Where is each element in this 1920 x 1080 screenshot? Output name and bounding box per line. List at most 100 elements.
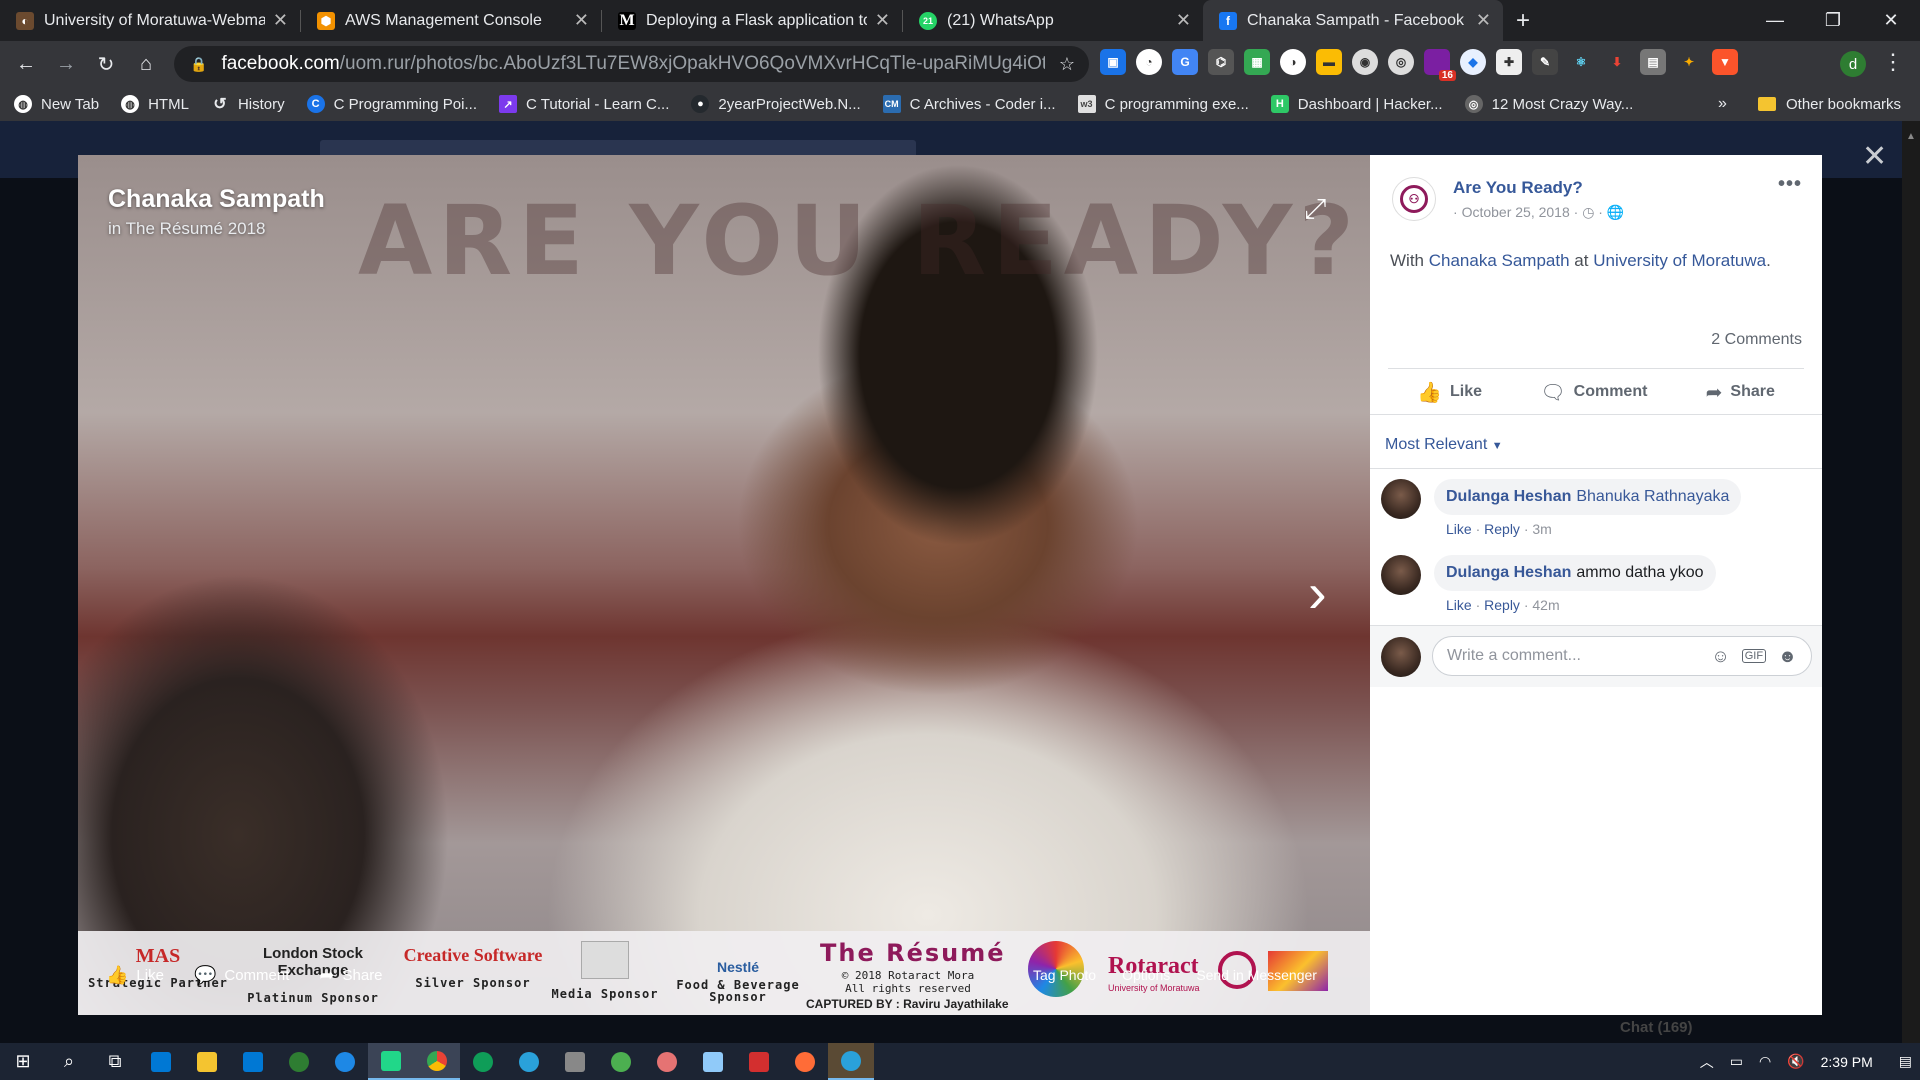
album-link[interactable]: The Résumé 2018 [126, 219, 266, 238]
extension-icon[interactable]: ⬇ [1604, 49, 1630, 75]
home-icon[interactable]: ⌂ [128, 46, 164, 82]
post-date[interactable]: October 25, 2018 [1462, 204, 1570, 220]
comment-count[interactable]: 2 Comments [1711, 331, 1802, 349]
windows-start-icon[interactable]: ⊞ [0, 1043, 46, 1080]
search-icon[interactable]: ⌕ [46, 1043, 92, 1080]
close-tab-icon[interactable]: ✕ [1176, 10, 1191, 31]
extension-icon[interactable]: ▣ [1100, 49, 1126, 75]
bookmark-item[interactable]: w3 C programming exe... [1077, 95, 1249, 113]
comment-time[interactable]: 3m [1532, 521, 1551, 537]
close-tab-icon[interactable]: ✕ [1476, 10, 1491, 31]
browser-tab[interactable]: 21 (21) WhatsApp ✕ [903, 0, 1203, 41]
sticker-icon[interactable]: ☻ [1778, 646, 1797, 667]
bookmark-item[interactable]: ↺ History [211, 95, 284, 114]
bookmark-item[interactable]: CM C Archives - Coder i... [882, 95, 1056, 113]
extension-icon[interactable]: ▬ [1316, 49, 1342, 75]
share-button[interactable]: ➦ Share [1706, 380, 1775, 405]
restore-icon[interactable]: ❐ [1804, 0, 1862, 41]
extension-icon[interactable]: ▤ [1640, 49, 1666, 75]
chrome-menu-icon[interactable]: ⋮ [1882, 49, 1904, 75]
app-icon[interactable] [644, 1043, 690, 1080]
app-icon[interactable] [276, 1043, 322, 1080]
browser-tab[interactable]: ◐ University of Moratuwa-Webmail ✕ [0, 0, 300, 41]
translate-icon[interactable]: G [1172, 49, 1198, 75]
extension-icon[interactable]: ◆ [1460, 49, 1486, 75]
brave-shield-icon[interactable]: ▼ [1712, 49, 1738, 75]
profile-avatar[interactable]: d [1840, 51, 1866, 77]
page-name-link[interactable]: Are You Ready? [1453, 178, 1583, 198]
new-tab-button[interactable]: + [1503, 0, 1543, 41]
bookmark-star-icon[interactable]: ☆ [1059, 54, 1075, 75]
options-button[interactable]: Options [1122, 967, 1170, 983]
fullscreen-icon[interactable]: ⤢ [1304, 193, 1326, 226]
lock-icon[interactable]: 🔒 [190, 56, 207, 73]
like-button[interactable]: 👍 Like [1417, 380, 1482, 405]
comment-text[interactable]: Bhanuka Rathnayaka [1576, 488, 1729, 506]
battery-icon[interactable]: ▭ [1730, 1053, 1743, 1070]
comment-time[interactable]: 42m [1532, 597, 1559, 613]
photo-like-button[interactable]: 👍 Like [106, 965, 164, 986]
bookmark-item[interactable]: H Dashboard | Hacker... [1270, 95, 1443, 113]
extension-icon[interactable]: ⌬ [1208, 49, 1234, 75]
acrobat-icon[interactable] [736, 1043, 782, 1080]
scroll-up-icon[interactable]: ▲ [1906, 131, 1916, 142]
chrome-icon[interactable] [414, 1043, 460, 1080]
telegram-icon[interactable] [506, 1043, 552, 1080]
page-avatar[interactable]: ⚇ [1392, 177, 1436, 221]
comment-author[interactable]: Dulanga Heshan [1446, 488, 1571, 506]
send-in-messenger-button[interactable]: Send in Messenger [1196, 967, 1317, 983]
back-icon[interactable]: ← [8, 46, 44, 82]
photo-share-button[interactable]: ➦ Share [319, 965, 382, 986]
next-photo-icon[interactable]: › [1308, 565, 1327, 621]
react-devtools-icon[interactable]: ⚛ [1568, 49, 1594, 75]
extension-icon[interactable]: ◉ [1352, 49, 1378, 75]
comment-reply-link[interactable]: Reply [1484, 521, 1520, 537]
app-icon[interactable] [598, 1043, 644, 1080]
browser-tab[interactable]: ⬢ AWS Management Console ✕ [301, 0, 601, 41]
postman-icon[interactable] [782, 1043, 828, 1080]
minimize-icon[interactable]: — [1746, 0, 1804, 41]
mail-icon[interactable] [230, 1043, 276, 1080]
pycharm-icon[interactable] [368, 1043, 414, 1080]
close-window-icon[interactable]: ✕ [1862, 0, 1920, 41]
other-bookmarks[interactable]: Other bookmarks [1758, 87, 1901, 121]
address-bar[interactable]: 🔒 facebook.com /uom.rur/photos/bc.AboUzf… [174, 46, 1089, 82]
photo-title[interactable]: Chanaka Sampath [108, 185, 325, 214]
extension-icon[interactable]: ✦ [1676, 49, 1702, 75]
app-icon[interactable] [552, 1043, 598, 1080]
bookmark-item[interactable]: ◍ New Tab [14, 95, 99, 113]
place-link[interactable]: University of Moratuwa [1593, 251, 1766, 270]
comment-sort-dropdown[interactable]: Most Relevant ▼ [1385, 436, 1503, 454]
close-tab-icon[interactable]: ✕ [574, 10, 589, 31]
comment-input[interactable]: Write a comment... ☺ GIF ☻ [1432, 636, 1812, 676]
app-icon[interactable] [690, 1043, 736, 1080]
store-icon[interactable] [138, 1043, 184, 1080]
extension-icon[interactable]: ▦ [1244, 49, 1270, 75]
comment-like-link[interactable]: Like [1446, 521, 1472, 537]
browser-tab[interactable]: M Deploying a Flask application to / ✕ [602, 0, 902, 41]
tag-photo-button[interactable]: Tag Photo [1033, 967, 1096, 983]
clock-time[interactable]: 2:39 PM [1821, 1054, 1873, 1070]
edge-icon[interactable] [322, 1043, 368, 1080]
post-more-icon[interactable]: ••• [1778, 173, 1802, 196]
comment-button[interactable]: 🗨 Comment [1540, 380, 1647, 405]
close-tab-icon[interactable]: ✕ [273, 10, 288, 31]
photo-comment-button[interactable]: 💬 Comment [194, 965, 289, 986]
emoji-icon[interactable]: ☺ [1711, 646, 1729, 667]
extension-icon[interactable]: ◑ [1280, 49, 1306, 75]
photo-viewer[interactable]: ARE YOU READY? 20 Chanaka Sampath in The… [78, 155, 1370, 1015]
bookmarks-more-button[interactable]: » [1718, 87, 1727, 121]
file-explorer-icon[interactable] [184, 1043, 230, 1080]
comment-like-link[interactable]: Like [1446, 597, 1472, 613]
tagged-person-link[interactable]: Chanaka Sampath [1429, 251, 1570, 270]
edge-dev-icon[interactable] [460, 1043, 506, 1080]
extension-icon[interactable]: ✚ [1496, 49, 1522, 75]
extension-icon[interactable]: ✎ [1532, 49, 1558, 75]
gif-icon[interactable]: GIF [1741, 649, 1767, 663]
extension-badge-icon[interactable]: 16 [1424, 49, 1456, 81]
close-tab-icon[interactable]: ✕ [875, 10, 890, 31]
reload-icon[interactable]: ↻ [88, 46, 124, 82]
comment-reply-link[interactable]: Reply [1484, 597, 1520, 613]
forward-icon[interactable]: → [48, 46, 84, 82]
volume-muted-icon[interactable]: 🔇 [1787, 1053, 1804, 1070]
